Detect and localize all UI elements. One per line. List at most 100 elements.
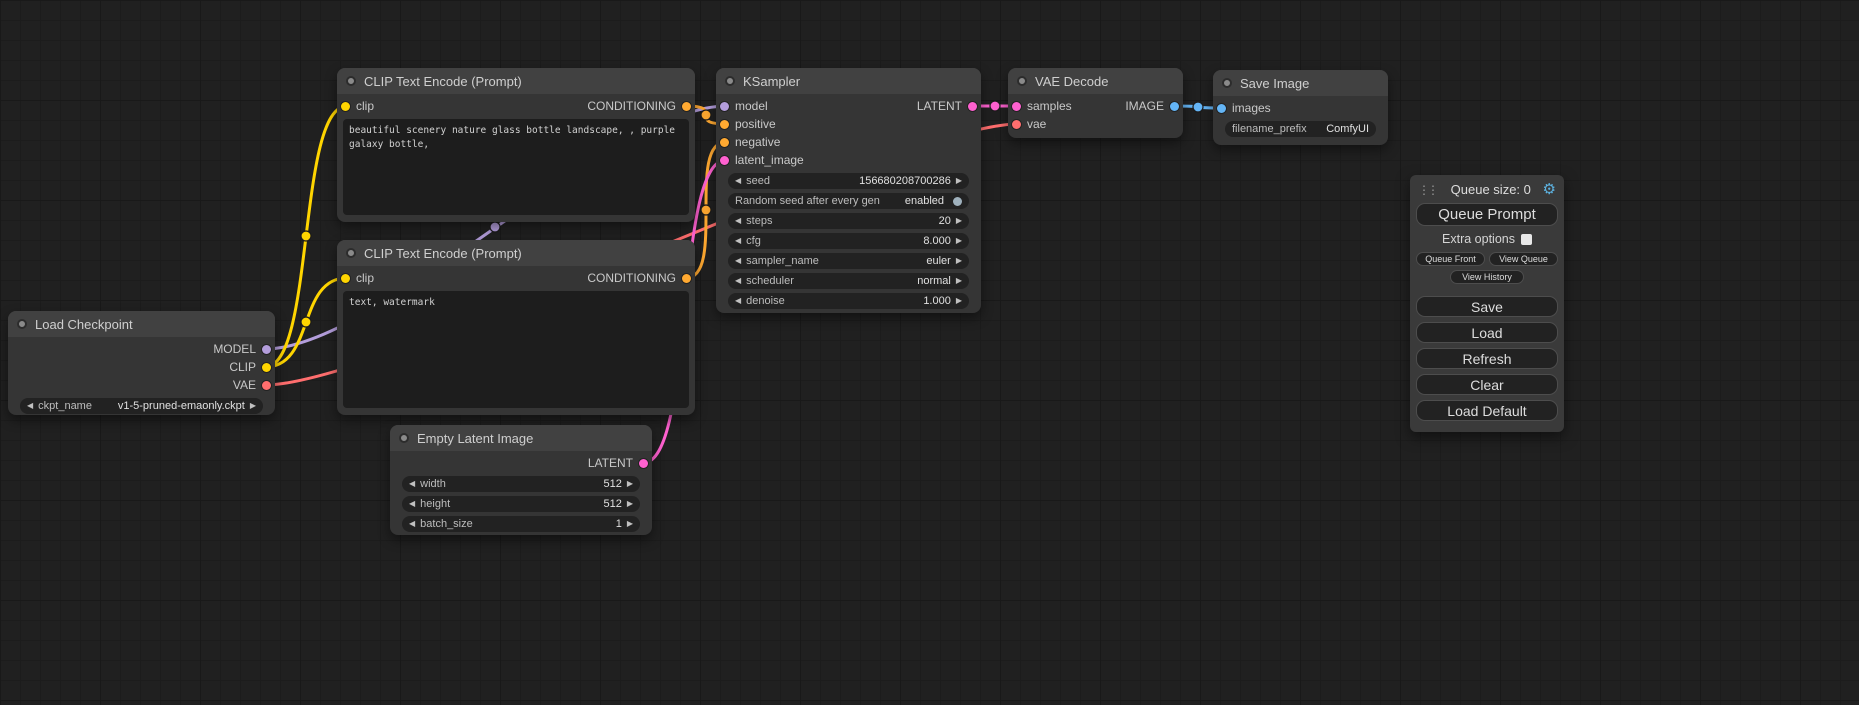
decrement-arrow-icon[interactable]: ◀ xyxy=(735,237,741,245)
queue-prompt-button[interactable]: Queue Prompt xyxy=(1416,203,1558,226)
widget-random-seed-toggle[interactable]: Random seed after every gen enabled xyxy=(728,193,969,209)
node-title-bar[interactable]: Empty Latent Image xyxy=(390,425,652,451)
node-empty-latent-image[interactable]: Empty Latent Image LATENT ◀ width 512 ▶ … xyxy=(390,425,652,535)
increment-arrow-icon[interactable]: ▶ xyxy=(956,277,962,285)
decrement-arrow-icon[interactable]: ◀ xyxy=(735,277,741,285)
decrement-arrow-icon[interactable]: ◀ xyxy=(409,500,415,508)
extra-options-checkbox[interactable] xyxy=(1521,234,1532,245)
decrement-arrow-icon[interactable]: ◀ xyxy=(409,520,415,528)
view-history-button[interactable]: View History xyxy=(1450,270,1524,284)
save-button[interactable]: Save xyxy=(1416,296,1558,317)
input-slot-clip[interactable]: clip xyxy=(341,271,374,285)
output-slot-vae[interactable]: VAE xyxy=(8,376,275,394)
node-title-bar[interactable]: VAE Decode xyxy=(1008,68,1183,94)
node-title-bar[interactable]: KSampler xyxy=(716,68,981,94)
output-slot-image[interactable]: IMAGE xyxy=(1125,99,1179,113)
prompt-textarea[interactable]: text, watermark xyxy=(343,291,689,408)
node-graph-canvas[interactable]: Load Checkpoint MODEL CLIP VAE ◀ ckpt_na… xyxy=(0,0,1859,705)
widget-filename-prefix[interactable]: filename_prefix ComfyUI xyxy=(1225,121,1376,137)
collapse-icon[interactable] xyxy=(1222,78,1232,88)
increment-arrow-icon[interactable]: ▶ xyxy=(956,217,962,225)
widget-steps[interactable]: ◀ steps 20 ▶ xyxy=(728,213,969,229)
input-slot-vae[interactable]: vae xyxy=(1008,115,1183,133)
collapse-icon[interactable] xyxy=(399,433,409,443)
increment-arrow-icon[interactable]: ▶ xyxy=(956,257,962,265)
view-queue-button[interactable]: View Queue xyxy=(1489,252,1558,266)
input-slot-samples[interactable]: samples xyxy=(1012,99,1072,113)
increment-arrow-icon[interactable]: ▶ xyxy=(956,177,962,185)
refresh-button[interactable]: Refresh xyxy=(1416,348,1558,369)
widget-width[interactable]: ◀ width 512 ▶ xyxy=(402,476,640,492)
slot-dot-model-icon[interactable] xyxy=(262,345,271,354)
decrement-arrow-icon[interactable]: ◀ xyxy=(735,217,741,225)
widget-cfg[interactable]: ◀ cfg 8.000 ▶ xyxy=(728,233,969,249)
node-title-bar[interactable]: CLIP Text Encode (Prompt) xyxy=(337,240,695,266)
widget-sampler-name[interactable]: ◀ sampler_name euler ▶ xyxy=(728,253,969,269)
slot-dot-latent-icon[interactable] xyxy=(1012,102,1021,111)
load-button[interactable]: Load xyxy=(1416,322,1558,343)
node-clip-text-encode-negative[interactable]: CLIP Text Encode (Prompt) clip CONDITION… xyxy=(337,240,695,415)
drag-handle-icon[interactable]: ⋮⋮ xyxy=(1418,183,1439,197)
slot-dot-image-icon[interactable] xyxy=(1170,102,1179,111)
increment-arrow-icon[interactable]: ▶ xyxy=(956,237,962,245)
decrement-arrow-icon[interactable]: ◀ xyxy=(735,257,741,265)
collapse-icon[interactable] xyxy=(17,319,27,329)
slot-dot-clip-icon[interactable] xyxy=(341,102,350,111)
slot-dot-latent-icon[interactable] xyxy=(639,459,648,468)
decrement-arrow-icon[interactable]: ◀ xyxy=(735,297,741,305)
input-slot-images[interactable]: images xyxy=(1213,99,1388,117)
node-save-image[interactable]: Save Image images filename_prefix ComfyU… xyxy=(1213,70,1388,145)
input-slot-clip[interactable]: clip xyxy=(341,99,374,113)
node-load-checkpoint[interactable]: Load Checkpoint MODEL CLIP VAE ◀ ckpt_na… xyxy=(8,311,275,415)
widget-seed[interactable]: ◀ seed 156680208700286 ▶ xyxy=(728,173,969,189)
node-title-bar[interactable]: Load Checkpoint xyxy=(8,311,275,337)
slot-dot-latent-icon[interactable] xyxy=(720,156,729,165)
input-slot-model[interactable]: model xyxy=(720,99,768,113)
increment-arrow-icon[interactable]: ▶ xyxy=(627,520,633,528)
output-slot-clip[interactable]: CLIP xyxy=(8,358,275,376)
slot-dot-vae-icon[interactable] xyxy=(1012,120,1021,129)
decrement-arrow-icon[interactable]: ◀ xyxy=(735,177,741,185)
collapse-icon[interactable] xyxy=(346,248,356,258)
output-slot-latent[interactable]: LATENT xyxy=(390,454,652,472)
increment-arrow-icon[interactable]: ▶ xyxy=(956,297,962,305)
widget-denoise[interactable]: ◀ denoise 1.000 ▶ xyxy=(728,293,969,309)
slot-dot-conditioning-icon[interactable] xyxy=(720,120,729,129)
output-slot-latent[interactable]: LATENT xyxy=(917,99,977,113)
widget-ckpt-name[interactable]: ◀ ckpt_name v1-5-pruned-emaonly.ckpt ▶ xyxy=(20,398,263,414)
output-slot-model[interactable]: MODEL xyxy=(8,340,275,358)
increment-arrow-icon[interactable]: ▶ xyxy=(250,402,256,410)
node-title-bar[interactable]: CLIP Text Encode (Prompt) xyxy=(337,68,695,94)
collapse-icon[interactable] xyxy=(1017,76,1027,86)
slot-dot-image-icon[interactable] xyxy=(1217,104,1226,113)
increment-arrow-icon[interactable]: ▶ xyxy=(627,480,633,488)
output-slot-conditioning[interactable]: CONDITIONING xyxy=(587,99,691,113)
increment-arrow-icon[interactable]: ▶ xyxy=(627,500,633,508)
prompt-textarea[interactable]: beautiful scenery nature glass bottle la… xyxy=(343,119,689,215)
slot-dot-conditioning-icon[interactable] xyxy=(682,274,691,283)
slot-dot-clip-icon[interactable] xyxy=(262,363,271,372)
node-vae-decode[interactable]: VAE Decode samples IMAGE vae xyxy=(1008,68,1183,138)
widget-height[interactable]: ◀ height 512 ▶ xyxy=(402,496,640,512)
node-clip-text-encode-positive[interactable]: CLIP Text Encode (Prompt) clip CONDITION… xyxy=(337,68,695,222)
clear-button[interactable]: Clear xyxy=(1416,374,1558,395)
output-slot-conditioning[interactable]: CONDITIONING xyxy=(587,271,691,285)
widget-batch-size[interactable]: ◀ batch_size 1 ▶ xyxy=(402,516,640,532)
widget-scheduler[interactable]: ◀ scheduler normal ▶ xyxy=(728,273,969,289)
input-slot-latent-image[interactable]: latent_image xyxy=(716,151,981,169)
slot-dot-latent-icon[interactable] xyxy=(968,102,977,111)
node-title-bar[interactable]: Save Image xyxy=(1213,70,1388,96)
slot-dot-vae-icon[interactable] xyxy=(262,381,271,390)
decrement-arrow-icon[interactable]: ◀ xyxy=(27,402,33,410)
slot-dot-clip-icon[interactable] xyxy=(341,274,350,283)
collapse-icon[interactable] xyxy=(346,76,356,86)
collapse-icon[interactable] xyxy=(725,76,735,86)
input-slot-negative[interactable]: negative xyxy=(716,133,981,151)
load-default-button[interactable]: Load Default xyxy=(1416,400,1558,421)
queue-front-button[interactable]: Queue Front xyxy=(1416,252,1485,266)
input-slot-positive[interactable]: positive xyxy=(716,115,981,133)
decrement-arrow-icon[interactable]: ◀ xyxy=(409,480,415,488)
settings-gear-icon[interactable]: ⚙ xyxy=(1543,182,1556,197)
toggle-knob-icon[interactable] xyxy=(953,197,962,206)
slot-dot-conditioning-icon[interactable] xyxy=(720,138,729,147)
